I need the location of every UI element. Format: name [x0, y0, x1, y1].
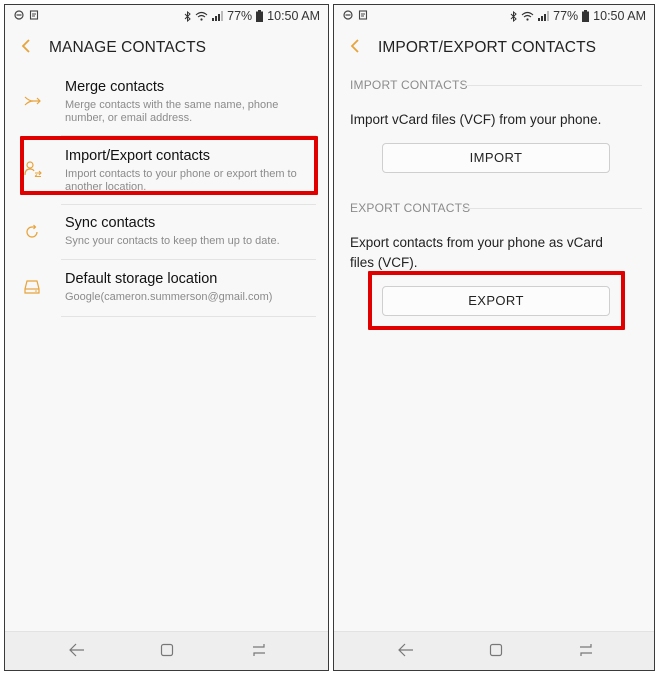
- section-divider: [462, 85, 642, 86]
- page-title: IMPORT/EXPORT CONTACTS: [378, 39, 597, 56]
- navigation-bar: [334, 631, 654, 670]
- list-item-title: Sync contacts: [65, 215, 156, 231]
- app-bar: MANAGE CONTACTS: [5, 29, 328, 67]
- import-description: Import vCard files (VCF) from your phone…: [350, 112, 602, 127]
- clock: 10:50 AM: [593, 9, 646, 23]
- battery-icon: [256, 10, 264, 22]
- divider: [61, 259, 316, 260]
- list-item-subtitle: Google(cameron.summerson@gmail.com): [65, 291, 273, 303]
- back-chevron-icon[interactable]: [350, 38, 360, 54]
- navigation-bar: [5, 631, 328, 670]
- list-item-subtitle: Sync your contacts to keep them up to da…: [65, 235, 280, 247]
- back-nav-icon[interactable]: [69, 643, 85, 657]
- export-description: Export contacts from your phone as vCard…: [350, 235, 603, 270]
- wifi-icon: [195, 11, 208, 21]
- manage-contacts-screen: 77% 10:50 AM MANAGE CONTACTS Merge conta…: [4, 4, 329, 671]
- list-item-sync-contacts[interactable]: Sync contacts Sync your contacts to keep…: [5, 211, 328, 257]
- do-not-disturb-icon: [343, 10, 353, 20]
- status-bar: 77% 10:50 AM: [334, 5, 654, 27]
- notification-icon: [29, 10, 39, 20]
- highlight-box: [368, 271, 625, 330]
- do-not-disturb-icon: [14, 10, 24, 20]
- status-bar: 77% 10:50 AM: [5, 5, 328, 27]
- storage-icon: [24, 280, 40, 294]
- notification-icon: [358, 10, 368, 20]
- divider: [61, 316, 316, 317]
- clock: 10:50 AM: [267, 9, 320, 23]
- battery-percent: 77%: [227, 9, 253, 23]
- list-item-subtitle: Merge contacts with the same name, phone…: [65, 99, 279, 124]
- home-nav-icon[interactable]: [160, 643, 174, 657]
- wifi-icon: [521, 11, 534, 21]
- merge-icon: [24, 96, 41, 106]
- list-item-merge-contacts[interactable]: Merge contacts Merge contacts with the s…: [5, 73, 328, 133]
- bluetooth-icon: [510, 10, 517, 22]
- home-nav-icon[interactable]: [489, 643, 503, 657]
- battery-icon: [582, 10, 590, 22]
- list-item-default-storage[interactable]: Default storage location Google(cameron.…: [5, 267, 328, 313]
- list-item-title: Merge contacts: [65, 79, 165, 95]
- recents-nav-icon[interactable]: [251, 643, 267, 657]
- section-divider: [462, 208, 642, 209]
- import-button[interactable]: IMPORT: [382, 143, 610, 173]
- recents-nav-icon[interactable]: [578, 643, 594, 657]
- list-item-title: Default storage location: [65, 271, 218, 287]
- signal-icon: [538, 11, 550, 21]
- signal-icon: [212, 11, 224, 21]
- import-export-screen: 77% 10:50 AM IMPORT/EXPORT CONTACTS IMPO…: [333, 4, 655, 671]
- page-title: MANAGE CONTACTS: [49, 39, 207, 56]
- divider: [61, 204, 316, 205]
- bluetooth-icon: [184, 10, 191, 22]
- back-chevron-icon[interactable]: [21, 38, 31, 54]
- battery-percent: 77%: [553, 9, 579, 23]
- back-nav-icon[interactable]: [398, 643, 414, 657]
- export-section-header: EXPORT CONTACTS: [350, 201, 471, 215]
- import-section-header: IMPORT CONTACTS: [350, 78, 468, 92]
- highlight-box: [20, 136, 318, 195]
- app-bar: IMPORT/EXPORT CONTACTS: [334, 29, 654, 67]
- sync-icon: [26, 224, 38, 238]
